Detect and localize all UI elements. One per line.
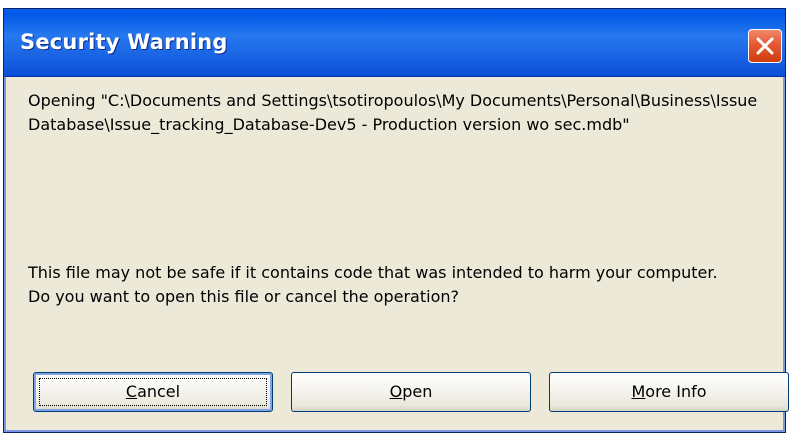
cancel-button[interactable]: Cancel <box>33 372 273 412</box>
dialog-body: Opening "C:\Documents and Settings\tsoti… <box>4 77 789 432</box>
open-button[interactable]: Open <box>291 372 531 412</box>
warning-text: This file may not be safe if it contains… <box>28 263 718 282</box>
dialog-title: Security Warning <box>20 30 228 54</box>
cancel-mnemonic: C <box>125 382 138 401</box>
more-info-button[interactable]: More Info <box>549 372 789 412</box>
close-button[interactable] <box>748 29 782 63</box>
security-warning-dialog: Security Warning Opening "C:\Documents a… <box>3 8 789 433</box>
more-info-mnemonic: M <box>631 382 646 401</box>
button-row: Cancel Open More Info <box>33 372 789 412</box>
open-mnemonic: O <box>389 382 403 401</box>
more-info-label: ore Info <box>645 382 707 401</box>
close-icon <box>756 37 774 55</box>
opening-file-message: Opening "C:\Documents and Settings\tsoti… <box>28 91 758 134</box>
question-text: Do you want to open this file or cancel … <box>28 287 459 306</box>
warning-message: This file may not be safe if it contains… <box>28 261 763 309</box>
title-bar[interactable]: Security Warning <box>4 9 785 77</box>
open-label: pen <box>402 382 433 401</box>
cancel-label: ancel <box>137 382 181 401</box>
